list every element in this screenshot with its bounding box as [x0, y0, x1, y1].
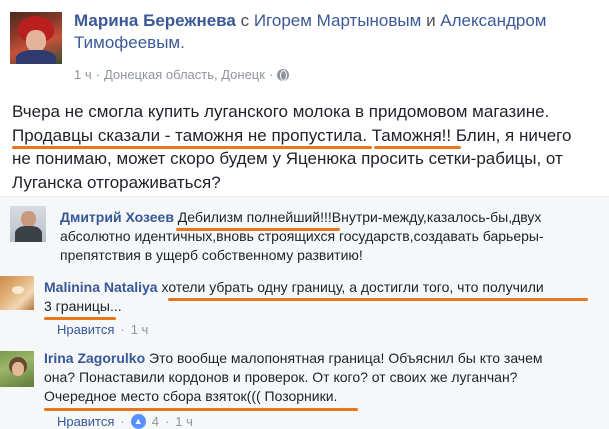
- comment-text: Irina Zagorulko Это вообще малопонятная …: [44, 350, 543, 404]
- commenter-avatar[interactable]: [0, 276, 34, 310]
- post-body-line: Вчера не смогла купить луганского молока…: [12, 102, 550, 121]
- author-avatar[interactable]: [10, 12, 62, 64]
- post-header: Марина Бережнева с Игорем Мартыновым и А…: [10, 10, 605, 86]
- tagged-user-1[interactable]: Игорем Мартыновым: [254, 11, 422, 30]
- highlight-underline: [374, 146, 461, 149]
- comment-time[interactable]: 1 ч: [131, 322, 149, 337]
- post-body-line: Луганска отгораживаться?: [12, 172, 221, 192]
- comment-author[interactable]: Дмитрий Хозеев: [60, 209, 174, 225]
- highlight-underline: [44, 408, 358, 411]
- post-meta: 1 ч · Донецкая область, Донецк ·: [74, 67, 290, 82]
- highlight-underline: [168, 298, 588, 301]
- comment-text: Malinina Nataliya хотели убрать одну гра…: [44, 279, 544, 314]
- comments-section: Дмитрий Хозеев Дебилизм полнейший!!!Внут…: [0, 196, 609, 429]
- highlight-underline: [176, 228, 340, 231]
- with-word: с: [240, 11, 250, 30]
- highlight-underline: [12, 146, 372, 149]
- comment-text: Дмитрий Хозеев Дебилизм полнейший!!!Внут…: [60, 209, 544, 263]
- commenter-avatar[interactable]: [0, 351, 34, 387]
- comment-author[interactable]: Malinina Nataliya: [44, 279, 158, 295]
- post-header-text: Марина Бережнева с Игорем Мартыновым и А…: [74, 10, 604, 54]
- like-button[interactable]: Нравится: [57, 414, 114, 429]
- post-body-line: не понимаю, может скоро будем у Яценюка …: [12, 149, 563, 168]
- comment-actions: Нравится · ▲ 4 · 1 ч: [57, 414, 193, 429]
- post-author-link[interactable]: Марина Бережнева: [74, 11, 236, 30]
- post-location[interactable]: Донецкая область, Донецк: [104, 67, 265, 82]
- like-count[interactable]: 4: [152, 414, 159, 429]
- comment-actions: Нравится · 1 ч: [57, 322, 149, 337]
- comment-author[interactable]: Irina Zagorulko: [44, 350, 145, 366]
- post-body-line: Продавцы сказали - таможня не пропустила…: [12, 125, 572, 145]
- thumbs-up-icon: ▲: [130, 414, 146, 429]
- globe-icon[interactable]: [277, 68, 290, 81]
- commenter-avatar[interactable]: [10, 206, 46, 242]
- like-button[interactable]: Нравится: [57, 322, 114, 337]
- comment-time[interactable]: 1 ч: [175, 414, 193, 429]
- highlight-underline: [44, 317, 116, 320]
- post-time[interactable]: 1 ч: [74, 67, 92, 82]
- and-word: и: [426, 11, 436, 30]
